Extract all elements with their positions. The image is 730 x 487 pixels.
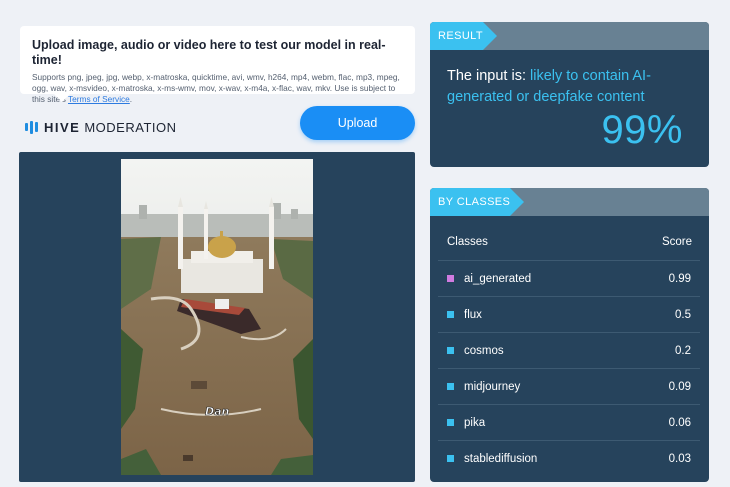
result-header-bar: RESULT — [430, 22, 709, 50]
result-prefix: The input is: — [447, 68, 531, 84]
class-row-midjourney: midjourney 0.09 — [438, 368, 700, 404]
class-color-swatch — [447, 383, 454, 390]
class-score: 0.09 — [668, 380, 691, 393]
by-classes-card: BY CLASSES Classes Score ai_generated 0.… — [430, 188, 709, 482]
class-label: stablediffusion — [464, 452, 538, 465]
classes-header-bar: BY CLASSES — [430, 188, 709, 216]
class-color-swatch — [447, 275, 454, 282]
class-label: cosmos — [464, 344, 504, 357]
class-row-cosmos: cosmos 0.2 — [438, 332, 700, 368]
class-label: midjourney — [464, 380, 521, 393]
class-label: pika — [464, 416, 486, 429]
supported-formats-text: Supports png, jpeg, jpg, webp, x-matrosk… — [32, 72, 403, 105]
hive-logo-icon — [25, 120, 38, 134]
upload-button[interactable]: Upload — [300, 106, 415, 140]
class-color-swatch — [447, 347, 454, 354]
upload-heading: Upload image, audio or video here to tes… — [32, 38, 386, 67]
class-label: ai_generated — [464, 272, 532, 285]
class-row-flux: flux 0.5 — [438, 296, 700, 332]
result-summary: The input is: likely to contain AI-gener… — [447, 66, 697, 108]
class-color-swatch — [447, 419, 454, 426]
class-score: 0.03 — [668, 452, 691, 465]
score-column-header: Score — [661, 236, 692, 248]
classes-column-header: Classes — [447, 236, 488, 248]
preview-illustration: Dan — [121, 159, 313, 475]
class-row-stablediffusion: stablediffusion 0.03 — [438, 440, 700, 476]
result-header-label: RESULT — [430, 22, 497, 50]
classes-header-label: BY CLASSES — [430, 188, 525, 216]
class-score: 0.99 — [668, 272, 691, 285]
classes-table-header: Classes Score — [447, 236, 692, 248]
class-score: 0.06 — [668, 416, 691, 429]
classes-table: ai_generated 0.99 flux 0.5 cosmos 0.2 mi… — [438, 260, 700, 476]
media-preview-panel: Dan — [19, 152, 415, 482]
class-score: 0.2 — [675, 344, 691, 357]
class-row-pika: pika 0.06 — [438, 404, 700, 440]
watermark-text: Dan — [205, 405, 230, 418]
result-card: RESULT The input is: likely to contain A… — [430, 22, 709, 167]
uploaded-image-preview: Dan — [121, 159, 313, 475]
terms-suffix: . — [129, 94, 133, 104]
class-score: 0.5 — [675, 308, 691, 321]
hive-moderation-logo: HIVE MODERATION — [25, 118, 177, 136]
terms-of-service-link[interactable]: Terms of Service — [68, 94, 130, 104]
class-row-ai-generated: ai_generated 0.99 — [438, 260, 700, 296]
class-label: flux — [464, 308, 482, 321]
brand-name-bold: HIVE — [44, 119, 81, 135]
brand-name-light: MODERATION — [84, 119, 177, 135]
upload-info-card: Upload image, audio or video here to tes… — [20, 26, 415, 104]
result-score: 99% — [601, 108, 683, 152]
class-color-swatch — [447, 455, 454, 462]
class-color-swatch — [447, 311, 454, 318]
